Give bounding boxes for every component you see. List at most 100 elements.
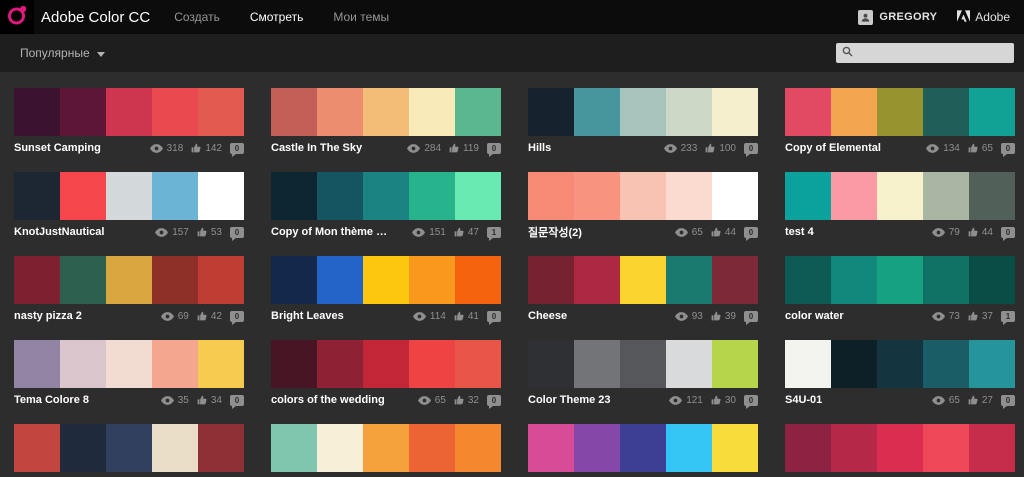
color-swatch[interactable] [528,424,574,472]
color-swatch[interactable] [409,340,455,388]
comments-icon[interactable]: 1 [487,226,501,241]
swatch-row[interactable] [528,340,758,388]
color-swatch[interactable] [317,172,363,220]
likes-icon[interactable] [968,311,978,321]
color-swatch[interactable] [363,172,409,220]
color-swatch[interactable] [455,172,501,220]
color-swatch[interactable] [831,172,877,220]
likes-icon[interactable] [454,395,464,405]
theme-name[interactable]: Bright Leaves [271,310,344,322]
color-swatch[interactable] [923,340,969,388]
swatch-row[interactable] [785,256,1015,304]
color-swatch[interactable] [363,340,409,388]
likes-icon[interactable] [449,143,459,153]
comments-icon[interactable]: 0 [1001,142,1015,157]
theme-name[interactable]: Castle In The Sky [271,142,362,154]
color-swatch[interactable] [455,340,501,388]
color-swatch[interactable] [14,172,60,220]
search-box[interactable] [836,43,1014,63]
color-swatch[interactable] [60,88,106,136]
color-swatch[interactable] [877,172,923,220]
color-swatch[interactable] [271,88,317,136]
color-swatch[interactable] [409,424,455,472]
likes-icon[interactable] [454,311,464,321]
color-swatch[interactable] [923,256,969,304]
theme-name[interactable]: S4U-01 [785,394,822,406]
color-swatch[interactable] [712,256,758,304]
color-swatch[interactable] [363,424,409,472]
color-swatch[interactable] [923,88,969,136]
theme-name[interactable]: color water [785,310,844,322]
theme-name[interactable]: 질문작성(2) [528,224,582,240]
color-swatch[interactable] [60,172,106,220]
adobe-color-logo[interactable] [0,0,34,34]
swatch-row[interactable] [528,172,758,220]
theme-name[interactable]: test 4 [785,226,814,238]
likes-icon[interactable] [968,395,978,405]
swatch-row[interactable] [14,340,244,388]
swatch-row[interactable] [271,256,501,304]
swatch-row[interactable] [271,424,501,472]
color-swatch[interactable] [409,256,455,304]
color-swatch[interactable] [666,256,712,304]
likes-icon[interactable] [968,227,978,237]
nav-explore[interactable]: Смотреть [250,10,304,24]
color-swatch[interactable] [60,424,106,472]
color-swatch[interactable] [317,424,363,472]
color-swatch[interactable] [198,88,244,136]
color-swatch[interactable] [666,88,712,136]
comments-icon[interactable]: 0 [744,142,758,157]
color-swatch[interactable] [574,88,620,136]
color-swatch[interactable] [666,172,712,220]
color-swatch[interactable] [409,172,455,220]
color-swatch[interactable] [528,340,574,388]
swatch-row[interactable] [785,172,1015,220]
likes-icon[interactable] [191,143,201,153]
color-swatch[interactable] [620,256,666,304]
nav-my-themes[interactable]: Мои темы [333,10,389,24]
color-swatch[interactable] [712,172,758,220]
swatch-row[interactable] [528,424,758,472]
color-swatch[interactable] [271,256,317,304]
color-swatch[interactable] [528,172,574,220]
color-swatch[interactable] [785,424,831,472]
comments-icon[interactable]: 0 [744,226,758,241]
color-swatch[interactable] [969,172,1015,220]
color-swatch[interactable] [574,424,620,472]
color-swatch[interactable] [969,424,1015,472]
color-swatch[interactable] [455,256,501,304]
color-swatch[interactable] [198,256,244,304]
color-swatch[interactable] [14,256,60,304]
color-swatch[interactable] [106,88,152,136]
color-swatch[interactable] [712,340,758,388]
adobe-link[interactable]: Adobe [957,9,1010,25]
color-swatch[interactable] [969,340,1015,388]
color-swatch[interactable] [60,256,106,304]
theme-name[interactable]: nasty pizza 2 [14,310,82,322]
likes-icon[interactable] [711,227,721,237]
color-swatch[interactable] [712,424,758,472]
color-swatch[interactable] [363,88,409,136]
likes-icon[interactable] [454,227,464,237]
color-swatch[interactable] [831,88,877,136]
color-swatch[interactable] [152,340,198,388]
color-swatch[interactable] [969,88,1015,136]
swatch-row[interactable] [14,88,244,136]
swatch-row[interactable] [271,172,501,220]
comments-icon[interactable]: 0 [230,310,244,325]
color-swatch[interactable] [317,88,363,136]
sort-dropdown[interactable]: Популярные [20,46,105,60]
comments-icon[interactable]: 0 [230,226,244,241]
color-swatch[interactable] [574,172,620,220]
color-swatch[interactable] [969,256,1015,304]
theme-name[interactable]: Tema Colore 8 [14,394,89,406]
theme-name[interactable]: Hills [528,142,551,154]
color-swatch[interactable] [877,88,923,136]
color-swatch[interactable] [785,88,831,136]
color-swatch[interactable] [106,256,152,304]
color-swatch[interactable] [60,340,106,388]
color-swatch[interactable] [620,340,666,388]
theme-name[interactable]: KnotJustNautical [14,226,104,238]
swatch-row[interactable] [528,256,758,304]
color-swatch[interactable] [198,340,244,388]
